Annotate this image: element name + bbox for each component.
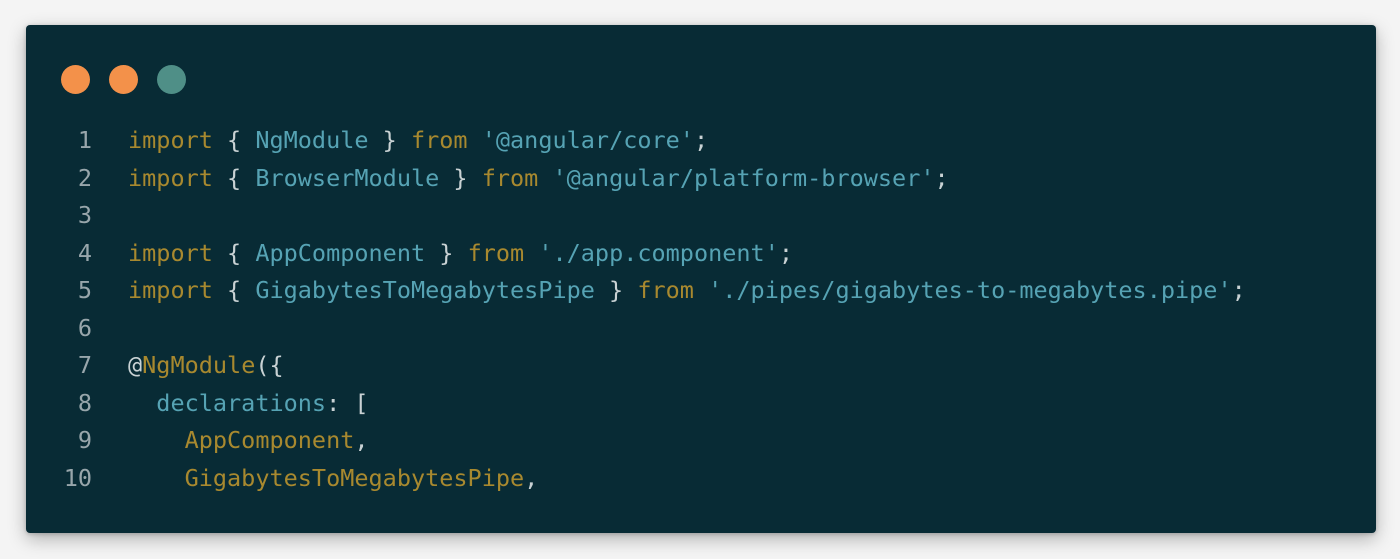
code-line: 10 GigabytesToMegabytesPipe, — [26, 460, 1376, 498]
line-source: import { BrowserModule } from '@angular/… — [128, 160, 949, 198]
minimize-dot[interactable] — [109, 65, 138, 94]
maximize-dot[interactable] — [157, 65, 186, 94]
code-token-kw: from — [637, 276, 694, 304]
code-token-id: BrowserModule — [255, 163, 440, 192]
code-token-kw: from — [467, 238, 525, 267]
code-token-pn: } — [594, 276, 638, 304]
line-source: import { GigabytesToMegabytesPipe } from… — [128, 272, 1246, 310]
code-token-pn: ({ — [255, 351, 284, 379]
code-token-ann: AppComponent — [184, 426, 355, 454]
line-number: 9 — [77, 426, 92, 454]
code-token-kw: import — [128, 163, 213, 192]
code-block: 1 import { NgModule } from '@angular/core… — [26, 122, 1376, 497]
code-token-pn — [694, 276, 708, 304]
code-line: 2 import { BrowserModule } from '@angular… — [26, 160, 1376, 198]
code-token-kw: import — [128, 276, 213, 304]
line-number: 4 — [77, 238, 92, 267]
code-line: 8 declarations: [ — [26, 385, 1376, 423]
code-line: 9 AppComponent, — [26, 422, 1376, 460]
code-token-kw: import — [128, 238, 213, 267]
code-token-id: GigabytesToMegabytesPipe — [255, 276, 595, 304]
code-token-pn: : [ — [326, 388, 369, 417]
code-line: 7 @NgModule({ — [26, 347, 1376, 385]
code-token-ann: NgModule — [142, 351, 256, 379]
code-token-pn: } — [425, 238, 468, 267]
code-token-ann: GigabytesToMegabytesPipe — [184, 463, 525, 492]
code-token-pn — [538, 164, 552, 192]
line-source: declarations: [ — [128, 385, 369, 423]
line-number: 2 — [77, 163, 92, 192]
line-source: GigabytesToMegabytesPipe, — [128, 460, 539, 498]
code-token-str: '@angular/core' — [481, 126, 694, 154]
code-token-pn — [468, 126, 482, 154]
code-token-pn: { — [212, 276, 256, 304]
line-source: @NgModule({ — [128, 347, 284, 385]
code-token-pn: ; — [778, 238, 794, 267]
line-number: 6 — [77, 313, 92, 342]
line-source: import { NgModule } from '@angular/core'… — [128, 122, 708, 160]
code-token-id: NgModule — [255, 126, 369, 154]
code-token-kw: import — [128, 126, 213, 154]
code-token-str: './pipes/gigabytes-to-megabytes.pipe' — [708, 276, 1232, 304]
code-token-kw: from — [481, 163, 539, 192]
code-line: 1 import { NgModule } from '@angular/core… — [26, 122, 1376, 160]
code-token-pn: ; — [693, 126, 709, 154]
code-token-pn: , — [524, 463, 539, 492]
code-token-id: AppComponent — [255, 238, 426, 267]
code-token-pn — [524, 239, 538, 267]
line-number: 3 — [77, 201, 92, 229]
line-number: 10 — [63, 463, 92, 492]
code-line: 6 — [26, 310, 1376, 348]
window-controls — [61, 65, 186, 94]
code-token-pn: { — [212, 238, 256, 267]
code-token-pn: } — [368, 126, 411, 154]
line-number: 7 — [77, 351, 92, 379]
code-token-pn — [128, 464, 185, 492]
code-token-id: declarations — [156, 388, 327, 417]
line-source: AppComponent, — [128, 422, 369, 460]
code-token-pn: } — [439, 163, 482, 192]
code-token-str: '@angular/platform-browser' — [552, 163, 935, 192]
line-number: 8 — [77, 388, 92, 417]
code-token-pn — [128, 426, 185, 454]
close-dot[interactable] — [61, 65, 90, 94]
line-number: 1 — [77, 126, 92, 154]
code-token-pn: { — [212, 126, 256, 154]
code-token-pn — [128, 389, 156, 417]
code-token-pn: ; — [1231, 276, 1246, 304]
code-window: 1 import { NgModule } from '@angular/core… — [26, 25, 1376, 533]
code-token-str: './app.component' — [538, 238, 779, 267]
code-token-pn: ; — [934, 163, 949, 192]
code-line: 4 import { AppComponent } from './app.com… — [26, 235, 1376, 273]
code-line: 3 — [26, 197, 1376, 235]
code-token-pn: @ — [128, 351, 143, 379]
code-token-pn: { — [212, 163, 256, 192]
code-line: 5 import { GigabytesToMegabytesPipe } fro… — [26, 272, 1376, 310]
line-source: import { AppComponent } from './app.comp… — [128, 235, 793, 273]
code-token-pn: , — [354, 426, 369, 454]
line-number: 5 — [77, 276, 92, 304]
code-token-kw: from — [410, 126, 468, 154]
